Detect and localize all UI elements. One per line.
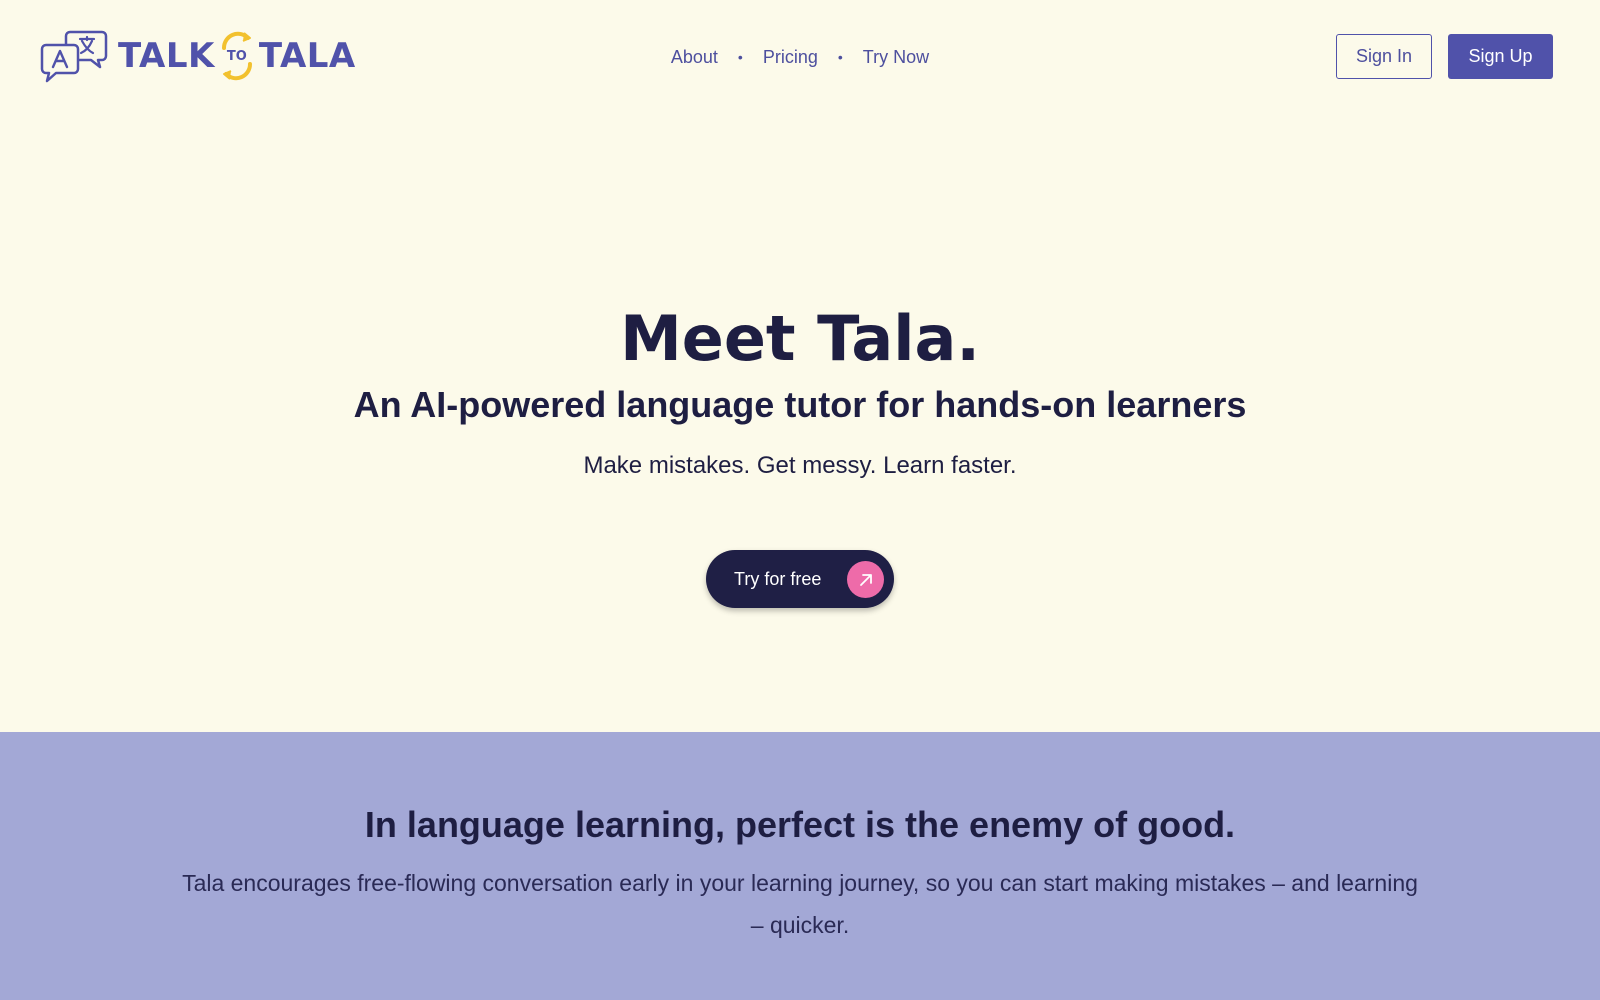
hero-tagline: Make mistakes. Get messy. Learn faster. [583, 452, 1017, 479]
nav-separator-dot: • [837, 49, 843, 65]
try-for-free-button[interactable]: Try for free [706, 550, 894, 608]
hero-section: Meet Tala. An AI-powered language tutor … [0, 112, 1600, 732]
try-for-free-label: Try for free [734, 568, 822, 589]
nav-link-try-now[interactable]: Try Now [863, 47, 929, 68]
page: TALK TO TALA About • Pricing • Try Now S… [0, 0, 1600, 1000]
band-text: Tala encourages free-flowing conversatio… [182, 870, 1418, 938]
nav-link-pricing[interactable]: Pricing [763, 47, 818, 68]
nav-link-about[interactable]: About [671, 47, 718, 68]
hero-title: Meet Tala. [620, 302, 980, 375]
hero-subtitle: An AI-powered language tutor for hands-o… [353, 384, 1247, 425]
site-header: TALK TO TALA About • Pricing • Try Now S… [0, 0, 1600, 112]
sign-up-button[interactable]: Sign Up [1448, 34, 1553, 79]
value-proposition-band: In language learning, perfect is the ene… [0, 732, 1600, 1000]
arrow-up-right-icon [847, 561, 884, 598]
band-title: In language learning, perfect is the ene… [364, 804, 1236, 845]
nav-separator-dot: • [737, 49, 743, 65]
sign-in-button[interactable]: Sign In [1336, 34, 1432, 79]
